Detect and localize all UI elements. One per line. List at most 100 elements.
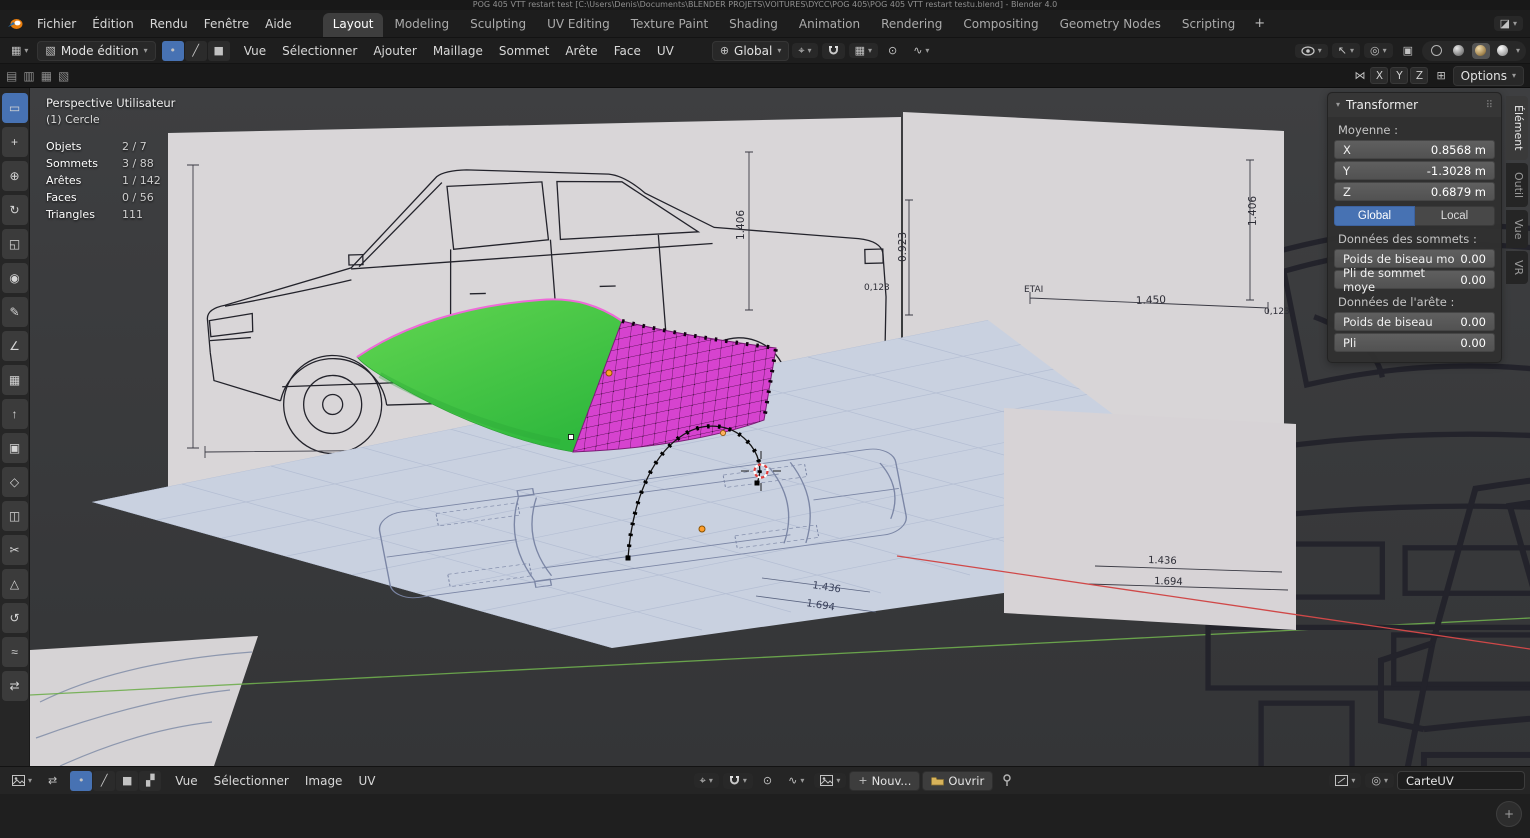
pivot-dropdown[interactable]: ⌖ ▾ [792,43,817,58]
tool-knife[interactable]: ✂ [2,535,28,565]
sidebar-tab[interactable]: VR [1506,251,1528,284]
uv-editor-type-button[interactable]: ▾ [6,773,38,788]
tool-select-box[interactable]: ▭ [2,93,28,123]
transform-panel-header[interactable]: ▾ Transformer ⠿ [1328,93,1501,117]
shading-solid-button[interactable] [1450,43,1468,59]
tool-settings-icon-4[interactable]: ▧ [58,70,69,82]
tool-smooth[interactable]: ≈ [2,637,28,667]
editor-type-button[interactable]: ▦ ▾ [5,43,34,58]
edge-data-field[interactable]: Poids de biseau 0.00 [1334,312,1495,331]
uv-menu[interactable]: Sélectionner [206,771,297,791]
tool-move[interactable]: ⊕ [2,161,28,191]
active-vertex[interactable] [569,435,574,440]
uv-navigation-gizmo[interactable]: + [1496,801,1522,827]
sidebar-tab[interactable]: Outil [1506,163,1528,207]
workspace-tab[interactable]: Compositing [953,13,1048,37]
uv-snap-toggle[interactable]: ▾ [723,773,753,789]
viewport-menu[interactable]: Maillage [425,41,491,61]
live-unwrap-icon-button[interactable]: ⊞ [1430,68,1451,83]
select-mode-vertex[interactable]: • [162,41,184,61]
topbar-menu[interactable]: Aide [257,14,300,34]
viewport-menu[interactable]: Vue [236,41,274,61]
space-toggle[interactable]: Local [1415,206,1495,226]
viewport-menu[interactable]: Sommet [491,41,557,61]
snap-with-dropdown[interactable]: ▦ ▾ [849,43,878,58]
falloff-dropdown[interactable]: ∿ ▾ [907,43,935,58]
edge-data-field[interactable]: Pli 0.00 [1334,333,1495,352]
viewport-scene[interactable]: 0.817 1.406 0,123 [30,88,1530,766]
shading-rendered-button[interactable] [1494,43,1512,59]
open-image-button[interactable]: Ouvrir [922,771,993,791]
tool-inset[interactable]: ▣ [2,433,28,463]
tool-settings-icon-2[interactable]: ▥ [23,70,34,82]
topbar-menu[interactable]: Fichier [29,14,84,34]
uv-menu[interactable]: Image [297,771,351,791]
viewport-menu[interactable]: Ajouter [365,41,425,61]
proportional-edit-toggle[interactable]: ⊙ [882,43,903,58]
workspace-tab[interactable]: Rendering [871,13,952,37]
tool-extrude[interactable]: ↑ [2,399,28,429]
workspace-tab[interactable]: Modeling [384,13,459,37]
workspace-tab[interactable]: Animation [789,13,870,37]
tool-settings-icon-3[interactable]: ▦ [41,70,52,82]
workspace-tab[interactable]: Sculpting [460,13,536,37]
uv-select-mode-vertex[interactable]: • [70,771,92,791]
tool-bevel[interactable]: ◇ [2,467,28,497]
tool-measure[interactable]: ∠ [2,331,28,361]
uv-proportional-toggle[interactable]: ⊙ [757,773,778,788]
space-toggle[interactable]: Global [1334,206,1415,226]
drag-handle-icon[interactable]: ⠿ [1486,100,1493,111]
shading-material-button[interactable] [1472,43,1490,59]
sidebar-tab[interactable]: Vue [1506,210,1528,249]
tool-edge-slide[interactable]: ⇄ [2,671,28,701]
workspace-tab[interactable]: UV Editing [537,13,620,37]
mode-dropdown[interactable]: ▧ Mode édition ▾ [37,41,155,61]
options-dropdown[interactable]: Options ▾ [1453,66,1524,86]
topbar-menu[interactable]: Rendu [142,14,196,34]
viewport-menu[interactable]: Sélectionner [274,41,365,61]
sidebar-tab[interactable]: Élément [1506,96,1528,160]
snap-toggle[interactable] [822,43,845,59]
uv-pivot-dropdown[interactable]: ⌖ ▾ [694,773,719,788]
mirror-icon[interactable]: ⋈ [1354,70,1365,81]
workspace-tab[interactable]: Geometry Nodes [1050,13,1171,37]
tool-add-cube[interactable]: ▦ [2,365,28,395]
uv-select-mode-face[interactable]: ■ [116,771,138,791]
axis-field[interactable]: Z 0.6879 m [1334,182,1495,201]
orientation-dropdown[interactable]: ⊕ Global ▾ [712,41,790,61]
uv-menu[interactable]: Vue [167,771,205,791]
visibility-dropdown[interactable]: ▾ [1295,44,1328,58]
topbar-menu[interactable]: Édition [84,14,142,34]
topbar-menu[interactable]: Fenêtre [196,14,257,34]
workspace-tab[interactable]: Scripting [1172,13,1245,37]
tool-transform[interactable]: ◉ [2,263,28,293]
tool-poly-build[interactable]: △ [2,569,28,599]
select-mode-face[interactable]: ■ [208,41,230,61]
tool-scale[interactable]: ◱ [2,229,28,259]
viewport-menu[interactable]: UV [649,41,682,61]
blender-logo-icon[interactable] [6,15,24,33]
axis-field[interactable]: X 0.8568 m [1334,140,1495,159]
uv-select-mode-island[interactable]: ▞ [139,771,161,791]
tool-spin[interactable]: ↺ [2,603,28,633]
workspace-tab[interactable]: Layout [323,13,384,37]
workspace-tab[interactable]: Texture Paint [621,13,718,37]
image-browse-dropdown[interactable]: ▾ [814,773,846,788]
vertex-data-field[interactable]: Pli de sommet moye 0.00 [1334,270,1495,289]
gizmo-dropdown[interactable]: ↖ ▾ [1332,43,1360,58]
uv-select-mode-edge[interactable]: ╱ [93,771,115,791]
viewport-3d[interactable]: 0.817 1.406 0,123 [30,88,1530,766]
uv-editor-canvas[interactable]: + [0,794,1530,838]
tool-annotate[interactable]: ✎ [2,297,28,327]
uv-falloff-dropdown[interactable]: ∿ ▾ [782,773,810,788]
new-image-button[interactable]: + Nouv... [849,771,920,791]
pin-toggle[interactable] [996,772,1018,789]
tool-loop-cut[interactable]: ◫ [2,501,28,531]
uv-overlays-dropdown[interactable]: ◎ ▾ [1365,773,1394,788]
add-workspace-button[interactable]: + [1246,13,1273,34]
overlays-dropdown[interactable]: ◎ ▾ [1364,43,1393,58]
axis-field[interactable]: Y -1.3028 m [1334,161,1495,180]
uv-menu[interactable]: UV [350,771,383,791]
workspace-tab[interactable]: Shading [719,13,788,37]
mirror-axis[interactable]: Z [1410,67,1428,84]
